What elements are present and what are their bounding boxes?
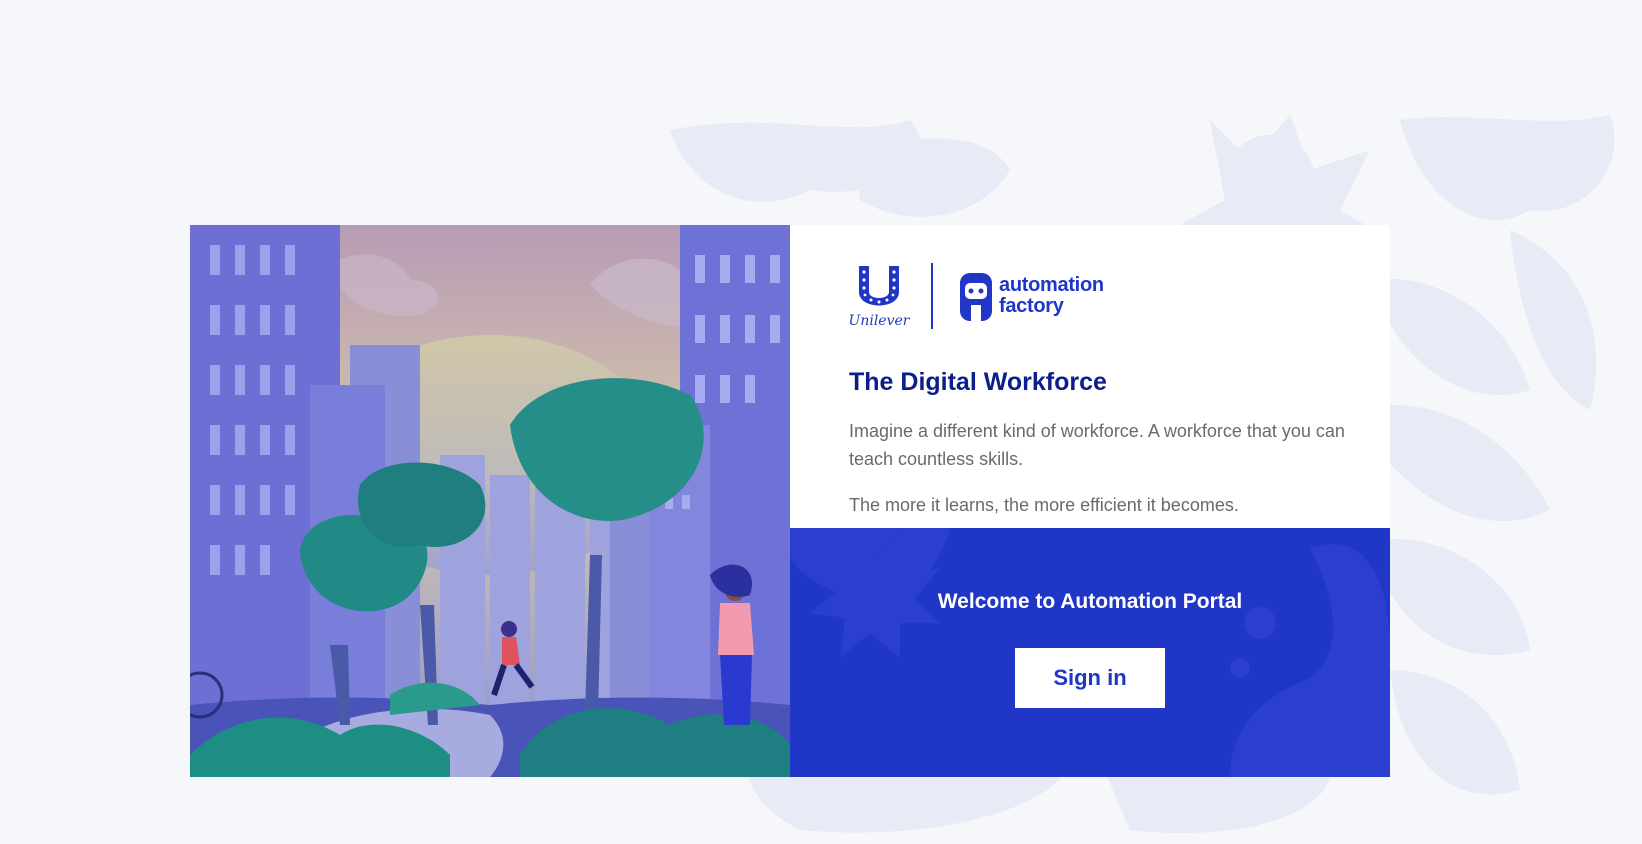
login-card: Unilever automation factory The Digital … <box>190 225 1390 777</box>
welcome-message: Welcome to Automation Portal <box>937 590 1243 613</box>
robot-icon <box>960 273 992 321</box>
sign-in-button[interactable]: Sign in <box>1015 648 1165 708</box>
intro-paragraph-2: The more it learns, the more efficient i… <box>849 495 1239 515</box>
login-section: Welcome to Automation Portal Sign in <box>790 528 1390 777</box>
city-park-illustration <box>190 225 790 777</box>
logo-divider <box>931 263 933 329</box>
intro-paragraph-1: Imagine a different kind of workforce. A… <box>849 421 1345 469</box>
automation-wordmark: automation <box>999 274 1104 296</box>
intro-panel: Unilever automation factory The Digital … <box>790 225 1390 777</box>
unilever-logo: Unilever <box>849 264 909 329</box>
factory-wordmark: factory <box>999 295 1064 317</box>
automation-factory-logo: automation factory <box>959 269 1104 323</box>
brand-logos: Unilever automation factory <box>849 262 1370 330</box>
intro-section: Unilever automation factory The Digital … <box>790 225 1390 528</box>
unilever-wordmark: Unilever <box>848 312 910 329</box>
page-title: The Digital Workforce <box>849 368 1107 396</box>
unilever-u-icon <box>859 265 899 305</box>
